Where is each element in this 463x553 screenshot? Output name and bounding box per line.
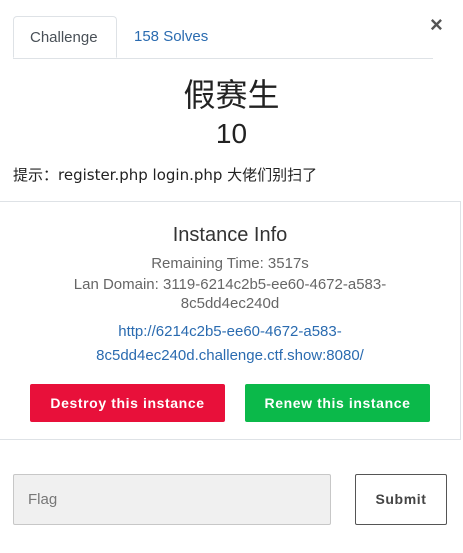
remaining-time: Remaining Time: 3517s xyxy=(151,255,309,272)
renew-instance-button[interactable]: Renew this instance xyxy=(245,384,430,422)
tab-challenge[interactable]: Challenge xyxy=(13,16,117,58)
submit-button[interactable]: Submit xyxy=(355,474,447,525)
instance-url-line-2[interactable]: 8c5dd4ec240d.challenge.ctf.show:8080/ xyxy=(60,344,400,368)
flag-input[interactable] xyxy=(13,474,331,525)
lan-domain-line-2: 8c5dd4ec240d xyxy=(180,295,280,312)
instance-title: Instance Info xyxy=(172,224,288,246)
tab-solves[interactable]: 158 Solves xyxy=(118,16,224,57)
lan-domain-line-1: Lan Domain: 3119-6214c2b5-ee60-4672-a583… xyxy=(73,276,387,293)
challenge-title: 假赛生 xyxy=(183,76,280,114)
instance-url-line-1[interactable]: http://6214c2b5-ee60-4672-a583- xyxy=(60,320,400,344)
tab-bar: Challenge 158 Solves xyxy=(13,16,433,59)
challenge-hint: 提示：register.php login.php 大佬们别扫了 xyxy=(13,166,318,184)
challenge-points: 10 xyxy=(215,118,248,149)
instance-info-panel: Instance Info Remaining Time: 3517s Lan … xyxy=(0,201,461,440)
instance-url-link[interactable]: http://6214c2b5-ee60-4672-a583- 8c5dd4ec… xyxy=(60,320,400,368)
destroy-instance-button[interactable]: Destroy this instance xyxy=(30,384,225,422)
